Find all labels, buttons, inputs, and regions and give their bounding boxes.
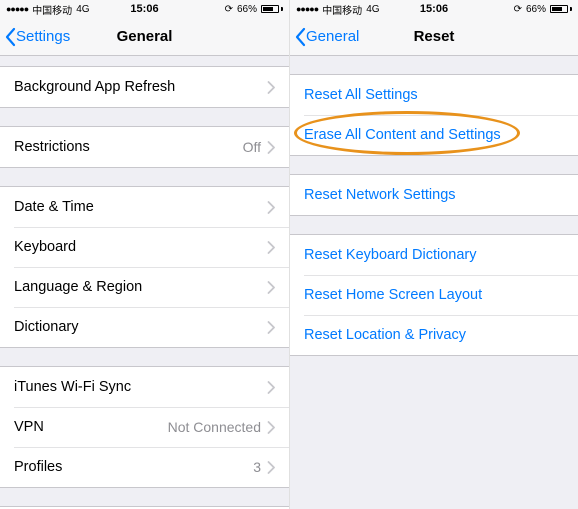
chevron-right-icon [267, 141, 275, 154]
back-label: Settings [16, 28, 70, 45]
row-label: Reset Location & Privacy [304, 327, 564, 343]
settings-list[interactable]: Background App Refresh RestrictionsOff Dat… [0, 56, 289, 509]
row-profiles[interactable]: Profiles3 [0, 447, 289, 487]
chevron-right-icon [267, 281, 275, 294]
chevron-left-icon [4, 27, 16, 47]
row-restrictions[interactable]: RestrictionsOff [0, 127, 289, 167]
status-bar: ●●●●● 中国移动 4G 15:06 ⟳ 66% [0, 0, 289, 18]
chevron-right-icon [267, 201, 275, 214]
settings-group: RestrictionsOff [0, 126, 289, 168]
row-keyboard[interactable]: Keyboard [0, 227, 289, 267]
status-time: 15:06 [290, 3, 578, 15]
row-label: Reset Home Screen Layout [304, 287, 564, 303]
row-dictionary[interactable]: Dictionary [0, 307, 289, 347]
status-bar: ●●●●● 中国移动 4G 15:06 ⟳ 66% [290, 0, 578, 18]
phone-reset: ●●●●● 中国移动 4G 15:06 ⟳ 66% General Reset … [289, 0, 578, 509]
row-label: Keyboard [14, 239, 267, 255]
settings-group: Background App Refresh [0, 66, 289, 108]
chevron-right-icon [267, 461, 275, 474]
row-reset-keyboard-dictionary[interactable]: Reset Keyboard Dictionary [290, 235, 578, 275]
settings-group: Reset Keyboard Dictionary Reset Home Scre… [290, 234, 578, 356]
row-erase-all-content-and-settings[interactable]: Erase All Content and Settings [290, 115, 578, 155]
row-label: Reset All Settings [304, 87, 564, 103]
settings-group: Date & Time Keyboard Language & Region Dict… [0, 186, 289, 348]
settings-group: Reset All Settings Erase All Content and … [290, 74, 578, 156]
row-language-region[interactable]: Language & Region [0, 267, 289, 307]
row-label: Dictionary [14, 319, 267, 335]
row-label: Date & Time [14, 199, 267, 215]
row-value: Not Connected [168, 419, 261, 435]
row-label: VPN [14, 419, 168, 435]
row-label: Profiles [14, 459, 253, 475]
row-label: Erase All Content and Settings [304, 127, 564, 143]
chevron-right-icon [267, 321, 275, 334]
chevron-right-icon [267, 421, 275, 434]
status-time: 15:06 [0, 3, 289, 15]
settings-group: iTunes Wi-Fi SyncVPNNot ConnectedProfile… [0, 366, 289, 488]
chevron-left-icon [294, 27, 306, 47]
chevron-right-icon [267, 81, 275, 94]
back-label: General [306, 28, 359, 45]
back-button[interactable]: Settings [0, 27, 70, 47]
row-vpn[interactable]: VPNNot Connected [0, 407, 289, 447]
chevron-right-icon [267, 381, 275, 394]
row-background-app-refresh[interactable]: Background App Refresh [0, 67, 289, 107]
row-label: Reset Keyboard Dictionary [304, 247, 564, 263]
row-value: Off [243, 139, 261, 155]
row-label: Restrictions [14, 139, 243, 155]
row-reset-network-settings[interactable]: Reset Network Settings [290, 175, 578, 215]
row-label: Language & Region [14, 279, 267, 295]
row-reset-all-settings[interactable]: Reset All Settings [290, 75, 578, 115]
row-value: 3 [253, 459, 261, 475]
row-date-time[interactable]: Date & Time [0, 187, 289, 227]
settings-group: Reset Network Settings [290, 174, 578, 216]
back-button[interactable]: General [290, 27, 359, 47]
row-label: Reset Network Settings [304, 187, 564, 203]
reset-list[interactable]: Reset All Settings Erase All Content and … [290, 56, 578, 509]
row-itunes-wi-fi-sync[interactable]: iTunes Wi-Fi Sync [0, 367, 289, 407]
row-label: iTunes Wi-Fi Sync [14, 379, 267, 395]
row-label: Background App Refresh [14, 79, 267, 95]
phone-general: ●●●●● 中国移动 4G 15:06 ⟳ 66% Settings Gener… [0, 0, 289, 509]
row-reset-home-screen-layout[interactable]: Reset Home Screen Layout [290, 275, 578, 315]
chevron-right-icon [267, 241, 275, 254]
nav-bar: General Reset [290, 18, 578, 56]
nav-bar: Settings General [0, 18, 289, 56]
row-reset-location-privacy[interactable]: Reset Location & Privacy [290, 315, 578, 355]
